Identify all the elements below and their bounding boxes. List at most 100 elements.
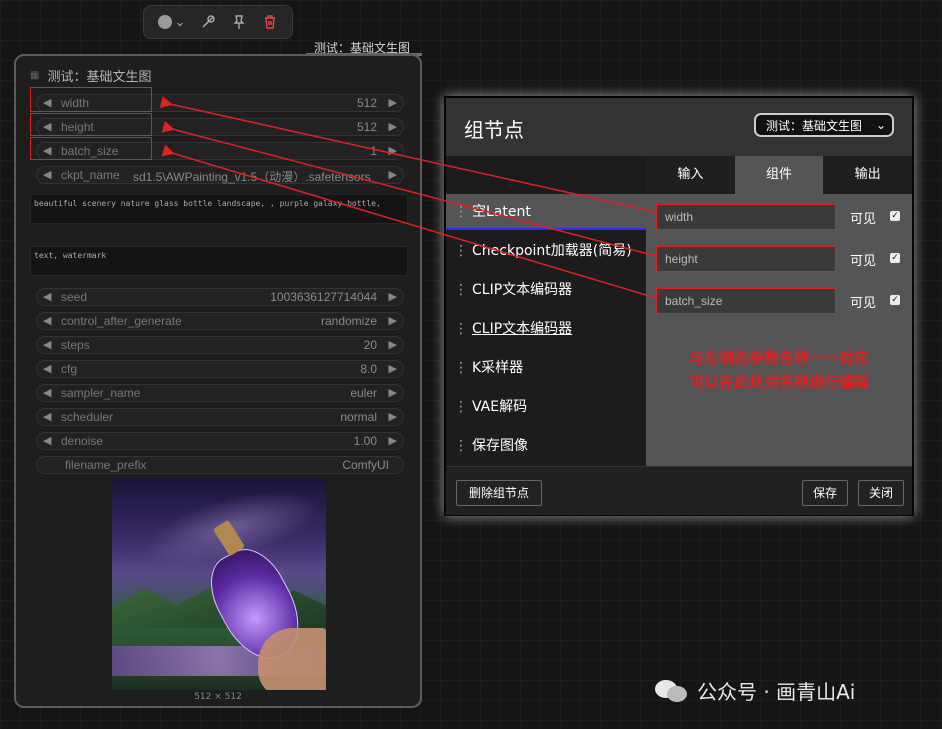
widget-label: control_after_generate	[61, 314, 182, 328]
increment-arrow-icon[interactable]: ▶	[389, 338, 397, 351]
group-select[interactable]: 测试：基础文生图 ⌄	[754, 113, 894, 137]
drag-handle-icon: ⋮	[454, 282, 468, 298]
node-list-item-clip-encoder-1[interactable]: ⋮ CLIP文本编码器	[446, 272, 646, 308]
node-title: 测试：基础文生图	[47, 70, 152, 85]
tab-inputs[interactable]: 输入	[646, 156, 735, 194]
negative-prompt-textarea[interactable]: text, watermark	[30, 246, 408, 276]
node-title-bar[interactable]: ▦ 测试：基础文生图	[30, 66, 151, 85]
increment-arrow-icon[interactable]: ▶	[389, 410, 397, 423]
delete-button[interactable]	[262, 14, 278, 30]
increment-arrow-icon[interactable]: ▶	[389, 96, 397, 109]
visible-label: 可见	[850, 296, 877, 311]
widget-name-input-height[interactable]: height	[656, 246, 836, 272]
widget-value: 8.0	[360, 362, 377, 376]
pin-button[interactable]	[231, 14, 247, 30]
visible-label: 可见	[850, 254, 877, 269]
increment-arrow-icon[interactable]: ▶	[389, 362, 397, 375]
pin-icon	[233, 15, 246, 29]
decrement-arrow-icon[interactable]: ◀	[43, 434, 51, 447]
widget-value: 1003636127714044	[270, 290, 377, 304]
node-toolbar: ⌄	[143, 5, 293, 39]
widget-name-input-batch-size[interactable]: batch_size	[656, 288, 836, 314]
node-list-item-checkpoint-loader[interactable]: ⋮ Checkpoint加载器(简易)	[446, 233, 646, 269]
group-node-dialog: 组节点 测试：基础文生图 ⌄ ⋮ 空Latent ⋮ Checkpoint加载器(简…	[444, 96, 914, 516]
increment-arrow-icon[interactable]: ▶	[389, 434, 397, 447]
widget-seed[interactable]: ◀ seed 1003636127714044 ▶	[36, 288, 404, 306]
decrement-arrow-icon[interactable]: ◀	[43, 338, 51, 351]
widget-label: seed	[61, 290, 88, 304]
decrement-arrow-icon[interactable]: ◀	[43, 362, 51, 375]
widget-scheduler[interactable]: ◀ scheduler normal ▶	[36, 408, 404, 426]
watermark: 公众号 · 画青山Ai	[655, 676, 855, 705]
widget-value: ComfyUI	[342, 458, 389, 472]
widget-value: sd1.5\AWPainting_v1.5（动漫）.safetensors	[133, 170, 371, 184]
dialog-header: 组节点 测试：基础文生图 ⌄	[446, 98, 912, 156]
widget-value: 1.00	[353, 434, 377, 448]
close-button[interactable]: 关闭	[858, 480, 904, 506]
visible-checkbox-batch-size[interactable]: ✓	[890, 295, 900, 305]
trash-icon	[265, 15, 276, 29]
highlight-box-width	[30, 87, 152, 112]
node-list-item-label: VAE解码	[472, 399, 528, 415]
increment-arrow-icon[interactable]: ▶	[389, 386, 397, 399]
node-list-item-label: K采样器	[472, 360, 524, 376]
bypass-button[interactable]	[200, 14, 216, 30]
drag-handle-icon: ⋮	[454, 204, 468, 220]
drag-handle-icon: ⋮	[454, 360, 468, 376]
decrement-arrow-icon[interactable]: ◀	[43, 410, 51, 423]
group-select-value: 测试：基础文生图	[766, 118, 863, 133]
annotation-note-line-2: 可以在此处对名称进行编辑	[688, 373, 869, 391]
widget-value: 20	[363, 338, 377, 352]
increment-arrow-icon[interactable]: ▶	[389, 168, 397, 181]
color-picker-button[interactable]: ⌄	[157, 15, 185, 30]
dialog-tabs: 输入 组件 输出	[646, 156, 913, 194]
widget-filename-prefix[interactable]: filename_prefix ComfyUI	[36, 456, 404, 474]
positive-prompt-textarea[interactable]: beautiful scenery nature glass bottle la…	[30, 194, 408, 224]
visible-checkbox-height[interactable]: ✓	[890, 253, 900, 263]
grip-icon: ▦	[30, 70, 40, 81]
tab-outputs[interactable]: 输出	[823, 156, 913, 194]
visible-label: 可见	[850, 212, 877, 227]
widget-cfg[interactable]: ◀ cfg 8.0 ▶	[36, 360, 404, 378]
increment-arrow-icon[interactable]: ▶	[389, 144, 397, 157]
widget-control-after-generate[interactable]: ◀ control_after_generate randomize ▶	[36, 312, 404, 330]
highlight-box-height	[30, 113, 152, 136]
widget-name-input-width[interactable]: width	[656, 204, 836, 230]
node-list-item-save-image[interactable]: ⋮ 保存图像	[446, 428, 646, 464]
widget-label: scheduler	[61, 410, 114, 424]
node-list-item-ksampler[interactable]: ⋮ K采样器	[446, 350, 646, 386]
widget-label: denoise	[61, 434, 104, 448]
annotation-note-line-1: 与左侧的参数名称一一对应	[688, 349, 869, 367]
decrement-arrow-icon[interactable]: ◀	[43, 290, 51, 303]
node-list-item-clip-encoder-2[interactable]: ⋮ CLIP文本编码器	[446, 311, 646, 347]
dialog-footer: 删除组节点 保存 关闭	[446, 466, 912, 515]
node-list-item-label: 保存图像	[472, 438, 528, 454]
widget-ckpt-name[interactable]: ◀ ckpt_name sd1.5\AWPainting_v1.5（动漫）.sa…	[36, 166, 404, 184]
increment-arrow-icon[interactable]: ▶	[389, 290, 397, 303]
increment-arrow-icon[interactable]: ▶	[389, 314, 397, 327]
wechat-icon	[655, 678, 689, 704]
node-list-item-empty-latent[interactable]: ⋮ 空Latent	[446, 194, 646, 230]
node-list-item-label: CLIP文本编码器	[472, 321, 573, 337]
widget-denoise[interactable]: ◀ denoise 1.00 ▶	[36, 432, 404, 450]
visible-checkbox-width[interactable]: ✓	[890, 211, 900, 221]
preview-image[interactable]	[112, 478, 326, 690]
tab-widgets[interactable]: 组件	[734, 156, 824, 194]
widget-value: euler	[350, 386, 377, 400]
widget-label: steps	[61, 338, 90, 352]
decrement-arrow-icon[interactable]: ◀	[43, 314, 51, 327]
decrement-arrow-icon[interactable]: ◀	[43, 168, 51, 181]
widget-sampler-name[interactable]: ◀ sampler_name euler ▶	[36, 384, 404, 402]
widget-label: sampler_name	[61, 386, 141, 400]
widget-steps[interactable]: ◀ steps 20 ▶	[36, 336, 404, 354]
increment-arrow-icon[interactable]: ▶	[389, 120, 397, 133]
chevron-down-icon: ⌄	[875, 118, 886, 132]
decrement-arrow-icon[interactable]: ◀	[43, 386, 51, 399]
widget-label: cfg	[61, 362, 78, 376]
watermark-text: 公众号 · 画青山Ai	[697, 680, 856, 704]
delete-group-node-button[interactable]: 删除组节点	[456, 480, 542, 506]
drag-handle-icon: ⋮	[454, 243, 468, 259]
save-button[interactable]: 保存	[802, 480, 848, 506]
node-list-item-vae-decode[interactable]: ⋮ VAE解码	[446, 389, 646, 425]
highlight-box-batch-size	[30, 137, 152, 160]
